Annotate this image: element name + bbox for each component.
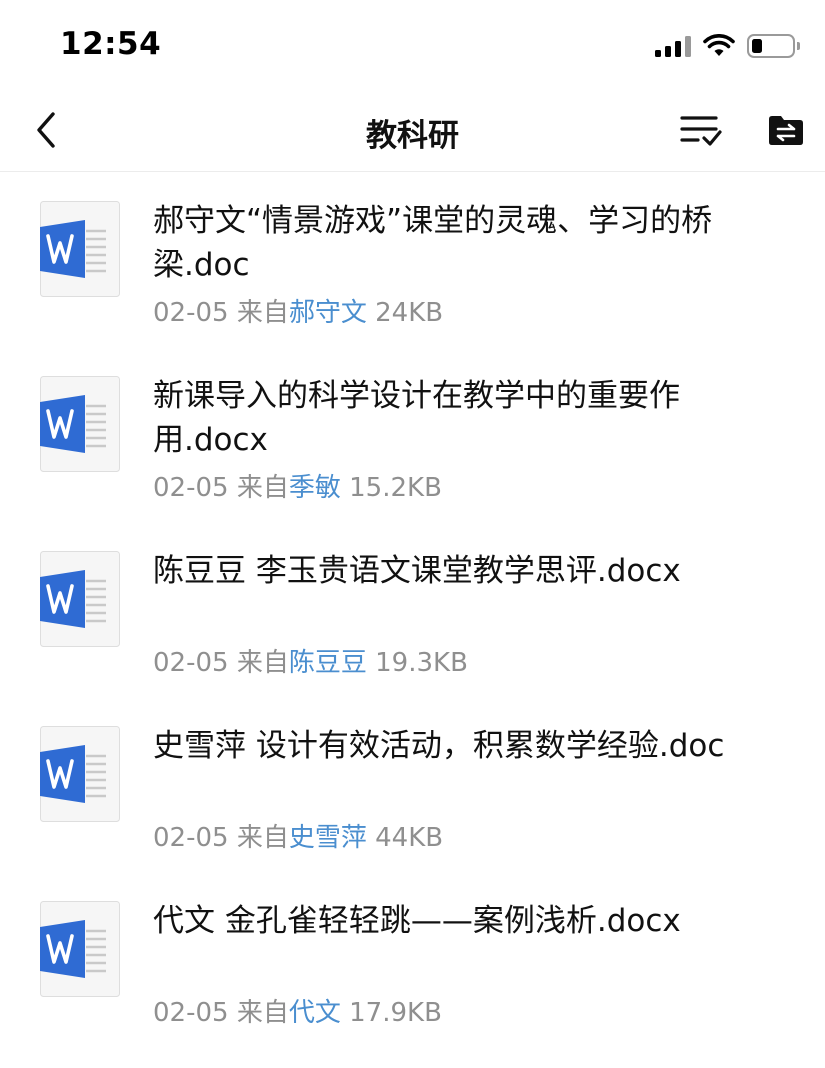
word-doc-icon [40, 201, 120, 297]
file-meta: 02-05 来自史雪萍 44KB [153, 817, 443, 854]
file-date: 02-05 [153, 298, 229, 328]
file-item[interactable]: 新课导入的科学设计在教学中的重要作用.docx 02-05 来自季敏 15.2K… [0, 347, 825, 522]
file-item[interactable]: 陈豆豆 李玉贵语文课堂教学思评.docx 02-05 来自陈豆豆 19.3KB [0, 522, 825, 697]
file-meta: 02-05 来自陈豆豆 19.3KB [153, 642, 468, 679]
file-meta: 02-05 来自郝守文 24KB [153, 292, 443, 329]
file-name: 代文 金孔雀轻轻跳——案例浅析.docx [153, 903, 681, 939]
file-name: 郝守文“情景游戏”课堂的灵魂、学习的桥梁.doc [153, 203, 713, 283]
file-meta: 02-05 来自季敏 15.2KB [153, 467, 442, 504]
from-label: 来自 [236, 298, 289, 328]
file-item[interactable]: 郝守文“情景游戏”课堂的灵魂、学习的桥梁.doc 02-05 来自郝守文 24K… [0, 172, 825, 347]
wifi-icon [703, 34, 735, 56]
sender-link[interactable]: 郝守文 [289, 298, 367, 328]
status-bar: 12:54 [0, 0, 825, 90]
file-size: 17.9KB [349, 998, 442, 1028]
file-name: 陈豆豆 李玉贵语文课堂教学思评.docx [153, 553, 681, 589]
from-label: 来自 [236, 473, 289, 503]
word-doc-icon [40, 901, 120, 997]
folder-transfer-button[interactable] [762, 106, 810, 154]
file-size: 15.2KB [349, 473, 442, 503]
sort-check-icon [680, 116, 722, 146]
file-size: 44KB [375, 823, 444, 853]
file-date: 02-05 [153, 823, 229, 853]
status-time: 12:54 [60, 26, 162, 62]
file-date: 02-05 [153, 473, 229, 503]
file-size: 19.3KB [375, 648, 468, 678]
folder-transfer-icon [769, 116, 803, 145]
nav-bar: 教科研 [0, 90, 825, 172]
word-doc-icon [40, 376, 120, 472]
sort-button[interactable] [676, 106, 726, 154]
battery-icon [747, 34, 800, 58]
from-label: 来自 [236, 648, 289, 678]
file-item[interactable]: 史雪萍 设计有效活动，积累数学经验.doc 02-05 来自史雪萍 44KB [0, 697, 825, 872]
file-date: 02-05 [153, 998, 229, 1028]
file-date: 02-05 [153, 648, 229, 678]
from-label: 来自 [236, 998, 289, 1028]
sender-link[interactable]: 陈豆豆 [289, 648, 367, 678]
status-icons [655, 32, 800, 60]
file-list: 郝守文“情景游戏”课堂的灵魂、学习的桥梁.doc 02-05 来自郝守文 24K… [0, 172, 825, 1047]
signal-icon [655, 35, 691, 57]
file-item[interactable]: 代文 金孔雀轻轻跳——案例浅析.docx 02-05 来自代文 17.9KB [0, 872, 825, 1047]
file-size: 24KB [375, 298, 444, 328]
file-name: 新课导入的科学设计在教学中的重要作用.docx [153, 378, 680, 458]
from-label: 来自 [236, 823, 289, 853]
word-doc-icon [40, 551, 120, 647]
file-meta: 02-05 来自代文 17.9KB [153, 992, 442, 1029]
sender-link[interactable]: 季敏 [289, 473, 341, 503]
file-name: 史雪萍 设计有效活动，积累数学经验.doc [153, 728, 725, 764]
word-doc-icon [40, 726, 120, 822]
sender-link[interactable]: 史雪萍 [289, 823, 367, 853]
sender-link[interactable]: 代文 [289, 998, 341, 1028]
